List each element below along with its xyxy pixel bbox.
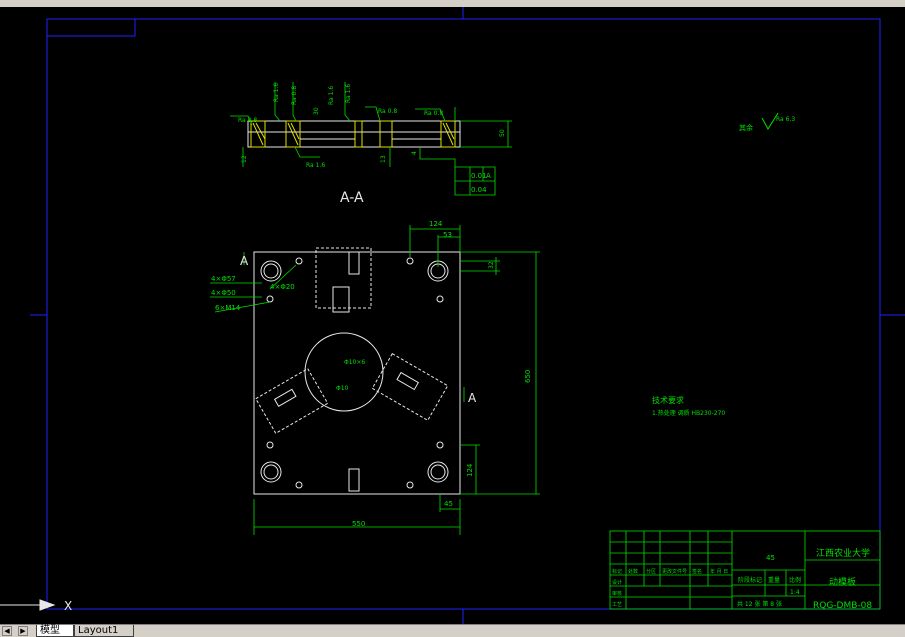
new-icon[interactable] xyxy=(4,0,14,5)
open-icon[interactable] xyxy=(22,0,32,5)
layout-tabs: ◀ ▶ 模型 Layout1 xyxy=(0,624,905,637)
dim-label: 32 xyxy=(488,261,495,269)
undo-icon[interactable] xyxy=(100,0,110,5)
tolerance-value: 0.04 xyxy=(471,186,487,194)
ra-label: Ra 0.8 xyxy=(378,108,397,115)
hole-callout: Φ10 xyxy=(336,385,349,392)
redo-icon[interactable] xyxy=(118,0,128,5)
dim-width: 550 xyxy=(352,520,365,528)
ucs-x-label: X xyxy=(64,599,72,613)
section-view xyxy=(247,120,461,148)
properties-icon[interactable] xyxy=(430,0,440,5)
hole-callout: 4×Φ50 xyxy=(211,289,236,297)
stage-label: 阶段标记 xyxy=(738,576,762,584)
process-label: 工艺 xyxy=(612,602,622,608)
dim-label: 50 xyxy=(499,129,506,137)
row-label: 签名 xyxy=(692,568,702,575)
row-label: 分区 xyxy=(646,568,656,575)
roughness-rest-label: 其余 xyxy=(739,123,753,132)
school-name: 江西农业大学 xyxy=(816,547,870,559)
row-label: 标记 xyxy=(612,568,622,575)
dim-height: 650 xyxy=(524,370,532,383)
view-label: A xyxy=(468,391,477,405)
pan-icon[interactable] xyxy=(180,0,190,5)
ra-label: Ra 1.6 xyxy=(273,83,280,102)
row-label: 处数 xyxy=(628,568,638,575)
view-label: A xyxy=(240,254,249,268)
scale-label: 比例 xyxy=(789,576,801,584)
dim-label: 53 xyxy=(443,231,452,239)
row-label: 更改文件号 xyxy=(662,568,687,575)
tab-nav-last-icon[interactable]: ▶ xyxy=(18,626,28,636)
dim-label: 45 xyxy=(444,500,453,508)
dim-label: 124 xyxy=(466,463,474,477)
color-icon[interactable] xyxy=(550,0,560,5)
sheet-border xyxy=(30,7,905,624)
hole-callout: 4×Φ20 xyxy=(270,283,295,291)
layer-icon[interactable] xyxy=(500,0,510,5)
ra-label: Ra 0.8 xyxy=(424,110,443,117)
print-icon[interactable] xyxy=(70,0,80,5)
ra-label: Ra 0.8 xyxy=(238,117,257,124)
dim-label: 30 xyxy=(313,107,320,115)
ra-label: Ra 1.6 xyxy=(345,84,352,103)
drawing-canvas[interactable]: Ra 0.8 Ra 1.6 Ra 0.8 30 Ra 1.6 Ra 1.6 Ra… xyxy=(0,7,905,624)
hole-callout: 6×M14 xyxy=(215,304,241,312)
zoom-icon[interactable] xyxy=(260,0,270,5)
roughness-rest-value: Ra 6.3 xyxy=(776,116,795,123)
save-icon[interactable] xyxy=(40,0,50,5)
dim-label: 124 xyxy=(429,220,443,228)
ra-label: Ra 1.6 xyxy=(306,162,325,169)
checker-label: 审核 xyxy=(612,590,622,597)
tab-layout1[interactable]: Layout1 xyxy=(74,625,134,637)
sheet-count: 共 12 张 第 8 张 xyxy=(737,600,782,608)
dim-label: 4 xyxy=(411,151,418,155)
row-label: 年 月 日 xyxy=(710,568,728,575)
weight-label: 重量 xyxy=(768,576,780,584)
drawing-number: RQG-DMB-08 xyxy=(813,601,872,611)
dim-label: 13 xyxy=(380,155,387,163)
tab-nav-prev-icon[interactable]: ◀ xyxy=(2,626,12,636)
plan-dims xyxy=(210,225,540,535)
hole-callout: 4×Φ57 xyxy=(211,275,236,283)
section-label: A-A xyxy=(340,190,364,206)
tolerance-value: 0.01 xyxy=(471,172,487,180)
scale-value: 1:4 xyxy=(790,589,800,596)
ra-label: Ra 1.6 xyxy=(328,86,335,105)
dim-label: 12 xyxy=(241,155,248,163)
linetype-icon[interactable] xyxy=(600,0,610,5)
hole-callout: Φ10×6 xyxy=(344,359,365,366)
material-value: 45 xyxy=(766,554,775,562)
tech-req-text: 1.热处理 调质 HB230-270 xyxy=(652,409,725,417)
part-name: 动模板 xyxy=(829,576,856,588)
ucs-icon xyxy=(0,599,56,611)
ra-label: Ra 0.8 xyxy=(291,86,298,105)
tech-req-title: 技术要求 xyxy=(652,395,684,405)
tolerance-ref: A xyxy=(486,172,491,180)
designer-label: 设计 xyxy=(612,579,622,586)
tab-model[interactable]: 模型 xyxy=(36,625,74,637)
